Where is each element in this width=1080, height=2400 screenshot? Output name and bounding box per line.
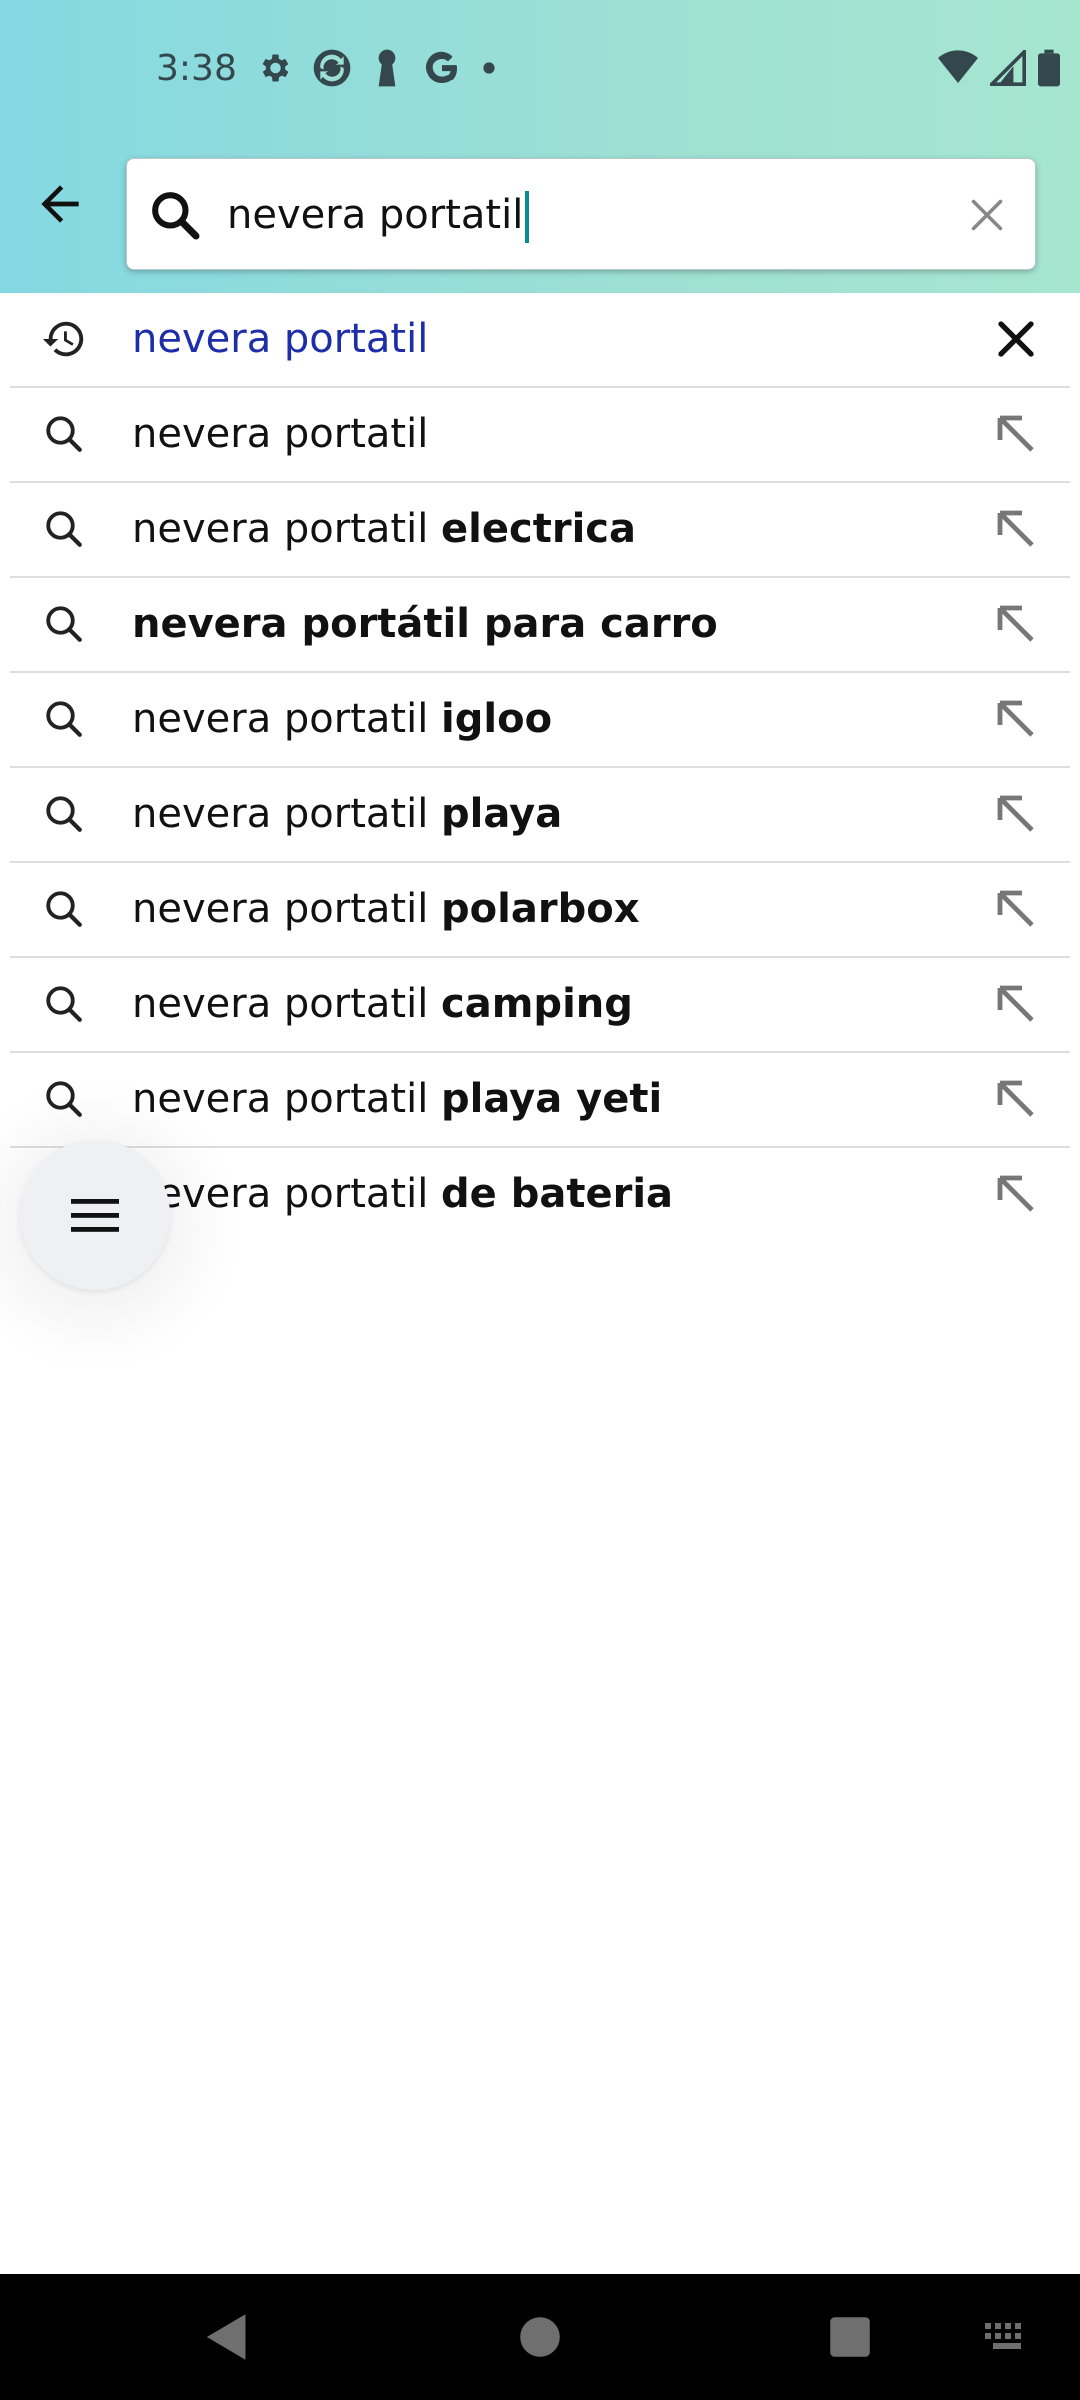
clear-search-button[interactable] bbox=[963, 191, 1011, 239]
suggestion-item[interactable]: nevera portatil playa bbox=[10, 768, 1070, 863]
fill-query-button[interactable] bbox=[988, 1166, 1044, 1222]
signal-icon bbox=[990, 50, 1026, 86]
search-icon bbox=[38, 598, 90, 650]
history-icon bbox=[38, 313, 90, 365]
search-icon bbox=[38, 693, 90, 745]
suggestion-item[interactable]: nevera portátil para carro bbox=[10, 578, 1070, 673]
suggestion-list: nevera portatil nevera portatil nevera p… bbox=[0, 293, 1080, 1241]
arrow-up-left-icon bbox=[997, 1080, 1034, 1117]
google-icon bbox=[426, 51, 457, 84]
app-header: 3:38 nevera portatil bbox=[0, 0, 1080, 293]
suggestion-text: nevera portatil bbox=[132, 316, 429, 362]
nav-back-button[interactable] bbox=[190, 2302, 260, 2372]
search-input[interactable]: nevera portatil bbox=[227, 177, 530, 253]
search-bar[interactable]: nevera portatil bbox=[126, 158, 1036, 270]
back-button[interactable] bbox=[24, 168, 96, 240]
suggestion-item[interactable]: nevera portatil electrica bbox=[10, 483, 1070, 578]
remove-icon bbox=[998, 321, 1034, 357]
gear-icon bbox=[262, 54, 289, 82]
fill-query-button[interactable] bbox=[988, 786, 1044, 842]
fill-query-button[interactable] bbox=[988, 1071, 1044, 1127]
arrow-up-left-icon bbox=[997, 985, 1034, 1022]
fill-query-button[interactable] bbox=[988, 976, 1044, 1032]
sync-icon bbox=[313, 49, 351, 87]
arrow-up-left-icon bbox=[997, 510, 1034, 547]
suggestion-text: nevera portatil de bateria bbox=[132, 1171, 674, 1217]
keyboard-icon bbox=[985, 2323, 1021, 2349]
suggestion-text: nevera portatil bbox=[132, 411, 429, 457]
suggestion-item[interactable]: nevera portatil igloo bbox=[10, 673, 1070, 768]
nav-home-button[interactable] bbox=[505, 2302, 575, 2372]
search-icon bbox=[38, 408, 90, 460]
arrow-up-left-icon bbox=[997, 1175, 1034, 1212]
fill-query-button[interactable] bbox=[988, 501, 1044, 557]
text-caret bbox=[525, 191, 530, 243]
suggestion-text: nevera portátil para carro bbox=[132, 601, 718, 647]
suggestion-text: nevera portatil playa bbox=[132, 791, 563, 837]
search-icon bbox=[38, 883, 90, 935]
suggestion-item[interactable]: nevera portatil playa yeti bbox=[10, 1053, 1070, 1148]
suggestion-item[interactable]: nevera portatil camping bbox=[10, 958, 1070, 1053]
wifi-icon bbox=[938, 50, 978, 83]
search-icon bbox=[38, 788, 90, 840]
battery-icon bbox=[1038, 49, 1060, 87]
suggestion-text: nevera portatil electrica bbox=[132, 506, 636, 552]
back-triangle-icon bbox=[206, 2314, 246, 2360]
system-nav-bar bbox=[0, 2274, 1080, 2400]
suggestion-text: nevera portatil playa yeti bbox=[132, 1076, 663, 1122]
menu-fab-button[interactable] bbox=[20, 1140, 170, 1290]
history-item[interactable]: nevera portatil bbox=[10, 293, 1070, 388]
fill-query-button[interactable] bbox=[988, 406, 1044, 462]
search-icon bbox=[38, 978, 90, 1030]
suggestion-text: nevera portatil igloo bbox=[132, 696, 553, 742]
arrow-up-left-icon bbox=[997, 700, 1034, 737]
fill-query-button[interactable] bbox=[988, 691, 1044, 747]
close-icon bbox=[971, 199, 1003, 231]
remove-history-button[interactable] bbox=[988, 311, 1044, 367]
status-system-icons bbox=[938, 48, 1060, 88]
search-icon bbox=[38, 1073, 90, 1125]
arrow-up-left-icon bbox=[997, 795, 1034, 832]
arrow-up-left-icon bbox=[997, 890, 1034, 927]
search-icon bbox=[38, 503, 90, 555]
dot-icon bbox=[483, 62, 495, 74]
keyhole-icon bbox=[378, 49, 396, 87]
arrow-left-icon bbox=[41, 185, 79, 223]
suggestion-text: nevera portatil polarbox bbox=[132, 886, 640, 932]
recents-square-icon bbox=[830, 2317, 870, 2357]
search-query: nevera portatil bbox=[227, 192, 524, 238]
nav-keyboard-button[interactable] bbox=[972, 2302, 1042, 2372]
suggestion-item[interactable]: nevera portatil bbox=[10, 388, 1070, 483]
nav-recents-button[interactable] bbox=[815, 2302, 885, 2372]
fill-query-button[interactable] bbox=[988, 596, 1044, 652]
status-notification-icons bbox=[256, 48, 496, 88]
arrow-up-left-icon bbox=[997, 415, 1034, 452]
home-circle-icon bbox=[520, 2317, 560, 2357]
search-icon bbox=[152, 192, 200, 240]
suggestion-item[interactable]: nevera portatil polarbox bbox=[10, 863, 1070, 958]
arrow-up-left-icon bbox=[997, 605, 1034, 642]
fill-query-button[interactable] bbox=[988, 881, 1044, 937]
suggestion-text: nevera portatil camping bbox=[132, 981, 633, 1027]
menu-icon bbox=[71, 1199, 119, 1232]
status-time: 3:38 bbox=[156, 48, 237, 89]
